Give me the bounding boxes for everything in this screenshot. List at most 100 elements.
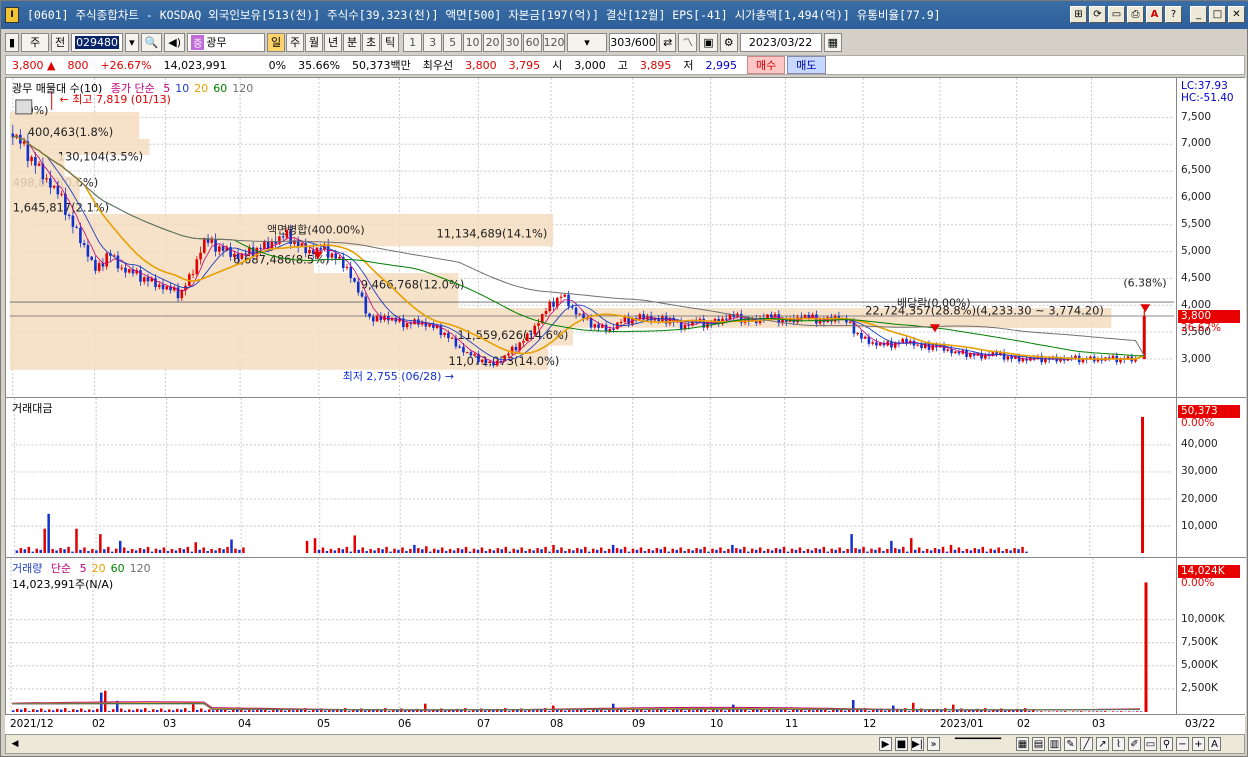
amount-pane[interactable]: 거래대금 40,000 30,000 20,000 10,000 50,373 0.00% [6, 398, 1246, 558]
period-tab[interactable]: 일 [267, 32, 286, 52]
candle-body [507, 353, 510, 356]
stop-icon[interactable]: ■ [895, 737, 908, 751]
price-plot[interactable]: 400,463(1.8%)130,104(3.5%)498,899(0.6%)1… [8, 78, 1176, 397]
chart-area[interactable]: 광무 매물대 수(10) 종가 단순 5 10 20 60 120 400,463(1.… [5, 77, 1246, 735]
amount-bar [349, 551, 353, 554]
volume-bar [1028, 711, 1031, 712]
step-icon[interactable]: ▶| [911, 737, 924, 751]
stock-code-input[interactable]: 029480 [71, 32, 124, 52]
fib-icon[interactable]: ⌇ [1112, 737, 1125, 751]
amount-bar [170, 548, 174, 554]
trend-icon[interactable]: ↗ [1096, 737, 1109, 751]
line-icon[interactable]: ╱ [1080, 737, 1093, 751]
pen-icon[interactable]: ✐ [1128, 737, 1141, 751]
period-tab[interactable]: 초 [362, 32, 381, 52]
layout-icon[interactable]: ▤ [1032, 737, 1045, 751]
amount-bar [488, 548, 492, 554]
volume-plot[interactable] [8, 558, 1176, 716]
candle-body [450, 337, 454, 339]
title-buttons: ⊞ ⟳ ▭ ⎙ A? _ □ ✕ [1070, 6, 1245, 23]
stock-name-field[interactable]: 증 광무 [187, 32, 266, 52]
settings-icon[interactable]: ⚙ [719, 32, 738, 52]
volume-bar [96, 708, 99, 712]
chart-config-icon[interactable]: ▮ [5, 32, 20, 52]
window-tile-icon[interactable]: ⊞ [1070, 6, 1087, 23]
candle-body [330, 253, 334, 258]
volume-bar [148, 711, 151, 712]
volume-pane[interactable]: 거래량 단순 5 20 60 120 14,023,991주(N/A) 10,000K… [6, 558, 1246, 716]
speaker-icon[interactable]: ◀) [164, 32, 186, 52]
help-icon[interactable]: ? [1165, 6, 1182, 23]
period-tab[interactable]: 월 [305, 32, 324, 52]
minimize-icon[interactable]: _ [1190, 6, 1207, 23]
chart-scrollbar[interactable]: ◀ ▶ ■ ▶| » ▔▔▔▔▔▔ ▦ ▤ ▥ ✎ ╱ ↗ ⌇ ✐ ▭ ⚲ − … [5, 734, 1245, 754]
zoom-out-icon[interactable]: − [1176, 737, 1189, 751]
calendar-icon[interactable]: ▦ [823, 32, 842, 52]
unit-dropdown[interactable]: ▾ [567, 32, 608, 52]
minute-unit-button[interactable]: 60 [523, 32, 543, 52]
amount-bar [941, 546, 945, 554]
count-field[interactable]: 303/600 [609, 32, 658, 52]
candle-body [875, 342, 878, 346]
font-icon[interactable]: A [1146, 6, 1163, 23]
search-icon[interactable]: 🔍 [140, 32, 163, 52]
amount-bar [532, 550, 535, 554]
zoom-slider[interactable]: ▔▔▔▔▔▔ [943, 737, 1013, 751]
period-tab[interactable]: 주 [286, 32, 305, 52]
minute-unit-button[interactable]: 3 [423, 32, 443, 52]
amount-bar [671, 548, 674, 554]
zoom-in-icon[interactable]: + [1192, 737, 1205, 751]
price-pane[interactable]: 광무 매물대 수(10) 종가 단순 5 10 20 60 120 400,463(1.… [6, 78, 1246, 398]
minute-unit-button[interactable]: 10 [463, 32, 483, 52]
mode-select[interactable]: 전 [51, 32, 70, 52]
close-icon[interactable]: ✕ [1228, 6, 1245, 23]
date-input[interactable]: 2023/03/22 [739, 32, 822, 52]
zoom-icon[interactable]: ⚲ [1160, 737, 1173, 751]
save-icon[interactable]: ▣ [699, 32, 718, 52]
candle-body [953, 351, 957, 354]
minute-unit-button[interactable]: 30 [503, 32, 523, 52]
low-marker-label: 최저 2,755 (06/28) → [343, 370, 454, 383]
period-tab[interactable]: 분 [343, 32, 362, 52]
market-type-select[interactable]: 주 [21, 32, 50, 52]
draw-icon[interactable]: ✎ [1064, 737, 1077, 751]
maximize-icon[interactable]: □ [1209, 6, 1226, 23]
volume-bar [596, 709, 599, 712]
text-icon[interactable]: A [1208, 737, 1221, 751]
volume-bar [516, 709, 519, 712]
code-dropdown-icon[interactable]: ▾ [125, 32, 139, 52]
amount-bar [580, 549, 583, 554]
period-tab[interactable]: 년 [324, 32, 343, 52]
arrange-icon[interactable]: ▥ [1048, 737, 1061, 751]
volume-bar [32, 709, 35, 712]
scroll-track[interactable] [24, 737, 879, 751]
candle-body [495, 360, 499, 366]
buy-button[interactable]: 매수 [747, 56, 786, 74]
volume-bar [180, 709, 183, 712]
minute-unit-button[interactable]: 20 [483, 32, 503, 52]
layout-icon[interactable]: ▭ [1108, 6, 1125, 23]
print-icon[interactable]: ⎙ [1127, 6, 1144, 23]
grid-icon[interactable]: ▦ [1016, 737, 1029, 751]
volume-bar [908, 711, 911, 712]
play-icon[interactable]: ▶ [879, 737, 892, 751]
amount-bar [957, 547, 961, 554]
minute-unit-button[interactable]: 120 [543, 32, 566, 52]
fast-forward-icon[interactable]: » [927, 737, 940, 751]
amount-bar [444, 551, 448, 554]
period-tab[interactable]: 틱 [381, 32, 400, 52]
indicator-icon[interactable]: 〽 [678, 32, 698, 52]
box-icon[interactable]: ▭ [1144, 737, 1157, 751]
scroll-left-icon[interactable]: ◀ [8, 736, 22, 752]
amount-plot[interactable] [8, 398, 1176, 557]
minute-unit-button[interactable]: 1 [403, 32, 423, 52]
amount-bar [397, 549, 400, 554]
chart-type-icon[interactable]: ⇄ [659, 32, 677, 52]
refresh-icon[interactable]: ⟳ [1089, 6, 1106, 23]
volume-bar [388, 711, 391, 712]
minute-unit-button[interactable]: 5 [443, 32, 463, 52]
candle-body [863, 336, 867, 339]
sell-button[interactable]: 매도 [787, 56, 826, 74]
candle-body [244, 253, 247, 255]
candle-body [165, 286, 169, 290]
